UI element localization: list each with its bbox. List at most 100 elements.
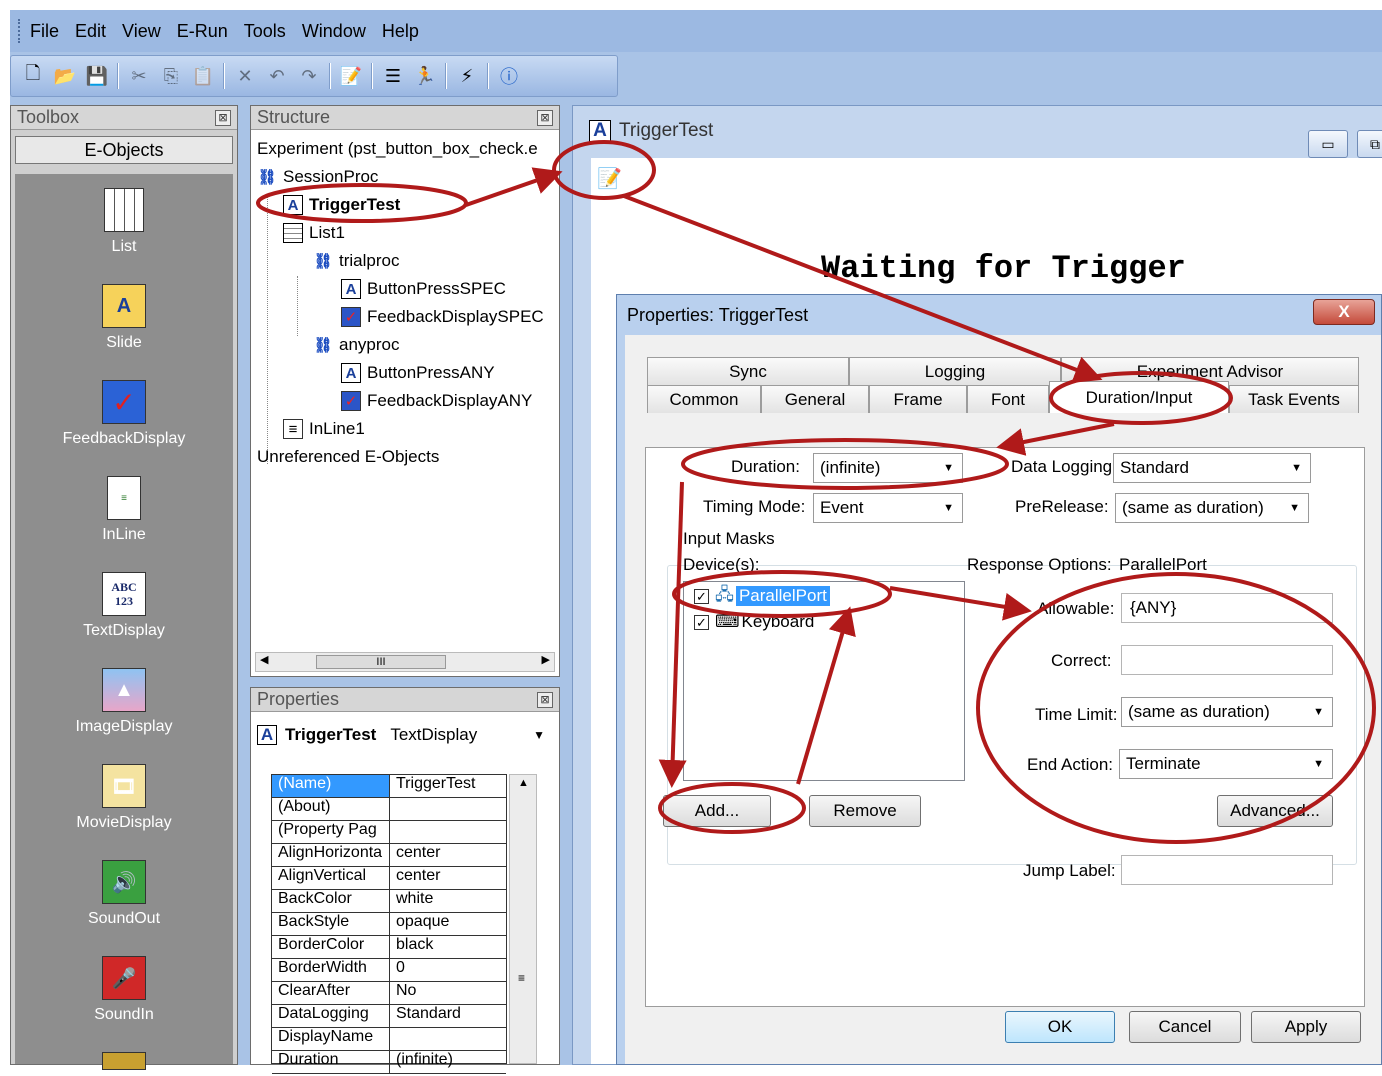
property-row[interactable]: DisplayName — [272, 1028, 506, 1051]
scroll-grip-icon[interactable]: ≡ — [518, 971, 525, 985]
property-value[interactable]: center — [390, 867, 506, 889]
jump-label-field[interactable] — [1121, 855, 1333, 885]
property-value[interactable]: opaque — [390, 913, 506, 935]
timing-mode-select[interactable]: Event ▼ — [813, 493, 963, 523]
chevron-down-icon[interactable]: ▼ — [533, 728, 545, 742]
horizontal-scrollbar[interactable]: ◀ III ▶ — [255, 652, 555, 672]
property-row[interactable]: ClearAfter No — [272, 982, 506, 1005]
property-value[interactable]: 0 — [390, 959, 506, 981]
menu-view[interactable]: View — [122, 21, 161, 42]
toolbox-item-moviedisplay[interactable]: 🎞 MovieDisplay — [15, 764, 233, 832]
tree-node-unreferenced[interactable]: Unreferenced E-Objects — [257, 444, 439, 470]
toolbox-item-soundout[interactable]: 🔊 SoundOut — [15, 860, 233, 928]
restore-button[interactable]: ⧉ — [1357, 130, 1382, 158]
delete-icon[interactable]: ✕ — [232, 63, 258, 89]
menu-help[interactable]: Help — [382, 21, 419, 42]
scroll-up-icon[interactable]: ▲ — [518, 777, 529, 789]
prerelease-select[interactable]: (same as duration) ▼ — [1115, 493, 1309, 523]
property-row[interactable]: (Name) TriggerTest — [272, 775, 506, 798]
tree-node-trialproc[interactable]: ⛓ trialproc — [313, 248, 399, 274]
close-icon[interactable]: ⊠ — [537, 691, 553, 708]
property-row[interactable]: BorderWidth 0 — [272, 959, 506, 982]
tab-task-events[interactable]: Task Events — [1229, 385, 1359, 413]
open-folder-icon[interactable]: 📂 — [52, 63, 78, 89]
remove-button[interactable]: Remove — [809, 795, 921, 827]
allowable-field[interactable]: {ANY} — [1121, 593, 1333, 623]
toolbox-item-next[interactable] — [15, 1052, 233, 1076]
eobjects-tab[interactable]: E-Objects — [15, 136, 233, 164]
property-value[interactable]: No — [390, 982, 506, 1004]
property-row[interactable]: Duration (infinite) — [272, 1051, 506, 1074]
property-value[interactable]: black — [390, 936, 506, 958]
menu-file[interactable]: File — [30, 21, 59, 42]
time-limit-select[interactable]: (same as duration) ▼ — [1121, 697, 1333, 727]
menu-window[interactable]: Window — [302, 21, 366, 42]
tree-node-sessionproc[interactable]: ⛓ SessionProc — [257, 164, 378, 190]
tree-node-experiment[interactable]: Experiment (pst_button_box_check.e — [257, 136, 538, 162]
property-value[interactable]: white — [390, 890, 506, 912]
property-row[interactable]: AlignVertical center — [272, 867, 506, 890]
tab-general[interactable]: General — [761, 385, 869, 413]
property-row[interactable]: (Property Pag — [272, 821, 506, 844]
data-logging-select[interactable]: Standard ▼ — [1113, 453, 1311, 483]
tree-node-anyproc[interactable]: ⛓ anyproc — [313, 332, 399, 358]
property-value[interactable]: TriggerTest — [390, 775, 506, 797]
toolbox-item-list[interactable]: List — [15, 188, 233, 256]
duration-select[interactable]: (infinite) ▼ — [813, 453, 963, 483]
vertical-scrollbar[interactable]: ▲ ≡ — [509, 774, 537, 1064]
cancel-button[interactable]: Cancel — [1129, 1011, 1241, 1043]
redo-icon[interactable]: ↷ — [296, 63, 322, 89]
save-icon[interactable]: 💾 — [84, 63, 110, 89]
close-button[interactable]: X — [1313, 299, 1375, 325]
tree-node-triggertest[interactable]: A TriggerTest — [283, 192, 400, 218]
property-row[interactable]: DataLogging Standard — [272, 1005, 506, 1028]
property-value[interactable]: Standard — [390, 1005, 506, 1027]
paste-icon[interactable]: 📋 — [190, 63, 216, 89]
device-item-parallelport[interactable]: ✓ 🖧 ParallelPort — [694, 584, 830, 608]
checkbox-checked[interactable]: ✓ — [694, 588, 709, 604]
tree-node-buttonpressany[interactable]: A ButtonPressANY — [341, 360, 495, 386]
device-item-keyboard[interactable]: ✓ ⌨ Keyboard — [694, 610, 814, 634]
tab-logging[interactable]: Logging — [849, 357, 1061, 385]
tab-sync[interactable]: Sync — [647, 357, 849, 385]
property-value[interactable]: (infinite) — [390, 1051, 506, 1073]
property-value[interactable] — [390, 1028, 506, 1050]
properties-icon[interactable]: 📝 — [597, 166, 622, 191]
close-icon[interactable]: ⊠ — [215, 109, 231, 126]
script-icon[interactable]: ☰ — [380, 63, 406, 89]
checkbox-checked[interactable]: ✓ — [694, 614, 709, 630]
cut-icon[interactable]: ✂ — [126, 63, 152, 89]
apply-button[interactable]: Apply — [1251, 1011, 1361, 1043]
undo-icon[interactable]: ↶ — [264, 63, 290, 89]
add-button[interactable]: Add... — [663, 795, 771, 827]
property-value[interactable]: center — [390, 844, 506, 866]
menu-tools[interactable]: Tools — [244, 21, 286, 42]
close-icon[interactable]: ⊠ — [537, 109, 553, 126]
generate-icon[interactable]: ⚡ — [454, 63, 480, 89]
scroll-left-icon[interactable]: ◀ — [260, 653, 268, 666]
tree-node-feedbackdisplayspec[interactable]: ✓ FeedbackDisplaySPEC — [341, 304, 544, 330]
run-icon[interactable]: 🏃 — [412, 63, 438, 89]
info-icon[interactable]: ⓘ — [496, 63, 522, 89]
scroll-thumb[interactable]: III — [316, 655, 446, 669]
property-row[interactable]: BackColor white — [272, 890, 506, 913]
tab-frame[interactable]: Frame — [869, 385, 967, 413]
property-row[interactable]: BackStyle opaque — [272, 913, 506, 936]
copy-icon[interactable]: ⎘ — [158, 63, 184, 89]
advanced-button[interactable]: Advanced... — [1217, 795, 1333, 827]
tab-font[interactable]: Font — [967, 385, 1049, 413]
property-row[interactable]: BorderColor black — [272, 936, 506, 959]
tree-node-list1[interactable]: List1 — [283, 220, 345, 246]
tab-duration-input[interactable]: Duration/Input — [1049, 381, 1229, 413]
properties-icon[interactable]: 📝 — [338, 63, 364, 89]
object-selector[interactable]: A TriggerTest TextDisplay ▼ — [257, 720, 553, 750]
toolbox-item-imagedisplay[interactable]: ▲ ImageDisplay — [15, 668, 233, 736]
tree-node-feedbackdisplayany[interactable]: ✓ FeedbackDisplayANY — [341, 388, 532, 414]
property-row[interactable]: AlignHorizonta center — [272, 844, 506, 867]
property-row[interactable]: (About) — [272, 798, 506, 821]
menu-erun[interactable]: E-Run — [177, 21, 228, 42]
minimize-button[interactable]: ▭ — [1308, 130, 1348, 158]
toolbox-item-feedbackdisplay[interactable]: ✓ FeedbackDisplay — [15, 380, 233, 448]
end-action-select[interactable]: Terminate ▼ — [1119, 749, 1333, 779]
tree-node-buttonpressspec[interactable]: A ButtonPressSPEC — [341, 276, 506, 302]
